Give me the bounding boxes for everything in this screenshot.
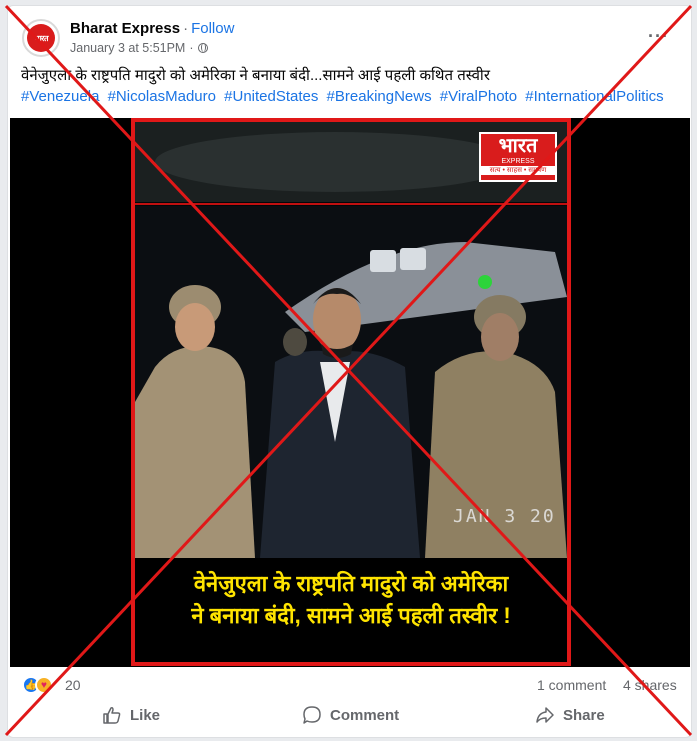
more-options-icon[interactable]: ··· bbox=[648, 26, 669, 47]
post-caption: वेनेजुएला के राष्ट्रपति मादुरो को अमेरिक… bbox=[21, 67, 490, 84]
care-reaction-icon: ♥ bbox=[35, 676, 53, 694]
hashtag-link[interactable]: #InternationalPolitics bbox=[525, 88, 663, 105]
hashtag-link[interactable]: #UnitedStates bbox=[224, 88, 318, 105]
reaction-count[interactable]: 20 bbox=[65, 677, 81, 693]
comment-label: Comment bbox=[330, 706, 400, 724]
headline-line-2: ने बनाया बंदी, सामने आई पहली तस्वीर ! bbox=[191, 603, 511, 628]
globe-icon bbox=[197, 43, 208, 53]
like-button[interactable]: Like bbox=[102, 700, 160, 730]
page-name-link[interactable]: Bharat Express bbox=[70, 20, 180, 37]
comments-count[interactable]: 1 comment bbox=[537, 677, 606, 693]
headline-line-1: वेनेजुएला के राष्ट्रपति मादुरो को अमेरिक… bbox=[193, 571, 509, 596]
post-media[interactable]: भारत EXPRESS सत्य • साहस • समर्पण JAN 3 … bbox=[10, 118, 690, 667]
like-label: Like bbox=[130, 706, 161, 724]
hashtag-link[interactable]: #ViralPhoto bbox=[440, 88, 517, 105]
logo-main-text: भारत bbox=[498, 135, 538, 157]
follow-button[interactable]: Follow bbox=[191, 20, 234, 37]
page-avatar[interactable]: भारत bbox=[22, 19, 60, 57]
comment-button[interactable]: Comment bbox=[302, 700, 399, 730]
reaction-icons[interactable]: 👍 ♥ bbox=[22, 676, 53, 694]
post-meta: January 3 at 5:51PM · bbox=[70, 41, 208, 55]
avatar-logo: भारत bbox=[27, 24, 55, 52]
post-timestamp[interactable]: January 3 at 5:51PM bbox=[70, 41, 185, 55]
facebook-post-card: भारत Bharat Express · Follow January 3 at … bbox=[7, 5, 692, 738]
share-button[interactable]: Share bbox=[535, 700, 605, 730]
meta-separator: · bbox=[189, 41, 194, 55]
logo-tagline: सत्य • साहस • समर्पण bbox=[481, 166, 555, 175]
action-bar: Like Comment Share bbox=[8, 700, 691, 732]
comment-bubble-icon bbox=[303, 706, 321, 724]
header-separator: · bbox=[183, 20, 189, 37]
share-arrow-icon bbox=[536, 707, 554, 723]
bharat-express-logo: भारत EXPRESS सत्य • साहस • समर्पण bbox=[479, 132, 557, 182]
hashtag-link[interactable]: #NicolasMaduro bbox=[108, 88, 216, 105]
hashtag-list: #Venezuela #NicolasMaduro #UnitedStates … bbox=[21, 87, 686, 107]
share-label: Share bbox=[563, 706, 605, 724]
post-photo[interactable]: भारत EXPRESS सत्य • साहस • समर्पण JAN 3 … bbox=[131, 118, 571, 666]
photo-headline: वेनेजुएला के राष्ट्रपति मादुरो को अमेरिक… bbox=[135, 558, 567, 662]
post-header-title: Bharat Express · Follow bbox=[70, 20, 234, 37]
logo-sub-text: EXPRESS bbox=[501, 158, 535, 165]
hashtag-link[interactable]: #BreakingNews bbox=[327, 88, 432, 105]
engagement-bar: 👍 ♥ 20 1 comment 4 shares bbox=[22, 676, 682, 696]
shares-count[interactable]: 4 shares bbox=[623, 677, 677, 693]
photo-date-stamp: JAN 3 20 bbox=[453, 506, 556, 527]
hashtag-link[interactable]: #Venezuela bbox=[21, 88, 99, 105]
thumbs-up-icon bbox=[103, 707, 121, 724]
